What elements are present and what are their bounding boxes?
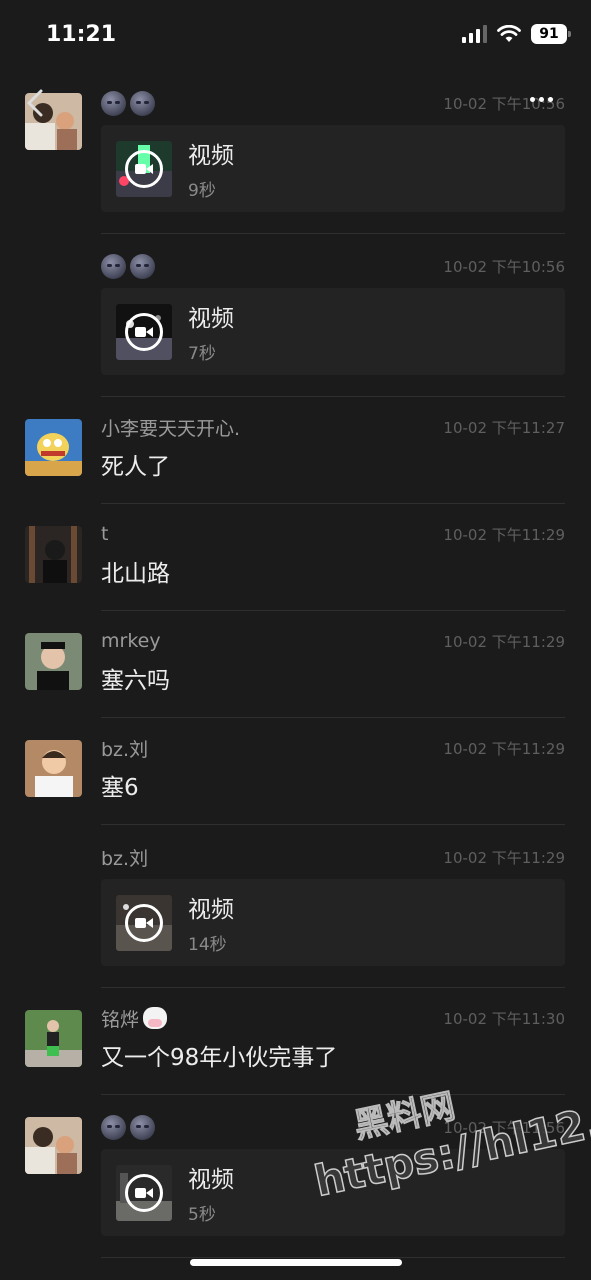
video-title: 视频 bbox=[188, 306, 234, 332]
status-time: 11:21 bbox=[46, 22, 117, 47]
battery-icon: 91 bbox=[531, 24, 571, 44]
message-text: 又一个98年小伙完事了 bbox=[101, 1045, 338, 1071]
sender-name bbox=[101, 253, 155, 279]
more-icon[interactable] bbox=[530, 97, 553, 102]
sender-name: t bbox=[101, 523, 109, 545]
list-item: 小李要天天开心. 10-02 下午11:27 死人了 bbox=[0, 397, 591, 503]
moon-emoji-icon bbox=[101, 90, 126, 116]
message-time: 10-02 下午11:30 bbox=[443, 1009, 565, 1028]
moon-emoji-icon bbox=[130, 1114, 155, 1140]
video-thumbnail bbox=[116, 303, 172, 360]
sender-name: mrkey bbox=[101, 630, 161, 652]
video-message[interactable]: 视频 14秒 bbox=[101, 879, 565, 966]
list-item: bz.刘 10-02 下午11:29 视频 14秒 bbox=[0, 825, 591, 987]
list-item: 10-02 下午10:56 视频 9秒 bbox=[0, 76, 591, 233]
video-title: 视频 bbox=[188, 143, 234, 169]
video-thumbnail bbox=[116, 140, 172, 197]
play-icon bbox=[125, 1173, 163, 1212]
video-thumbnail bbox=[116, 894, 172, 951]
message-text: 北山路 bbox=[101, 561, 170, 587]
video-thumbnail bbox=[116, 1164, 172, 1221]
signal-icon bbox=[462, 25, 487, 43]
wifi-icon bbox=[497, 25, 521, 42]
message-text: 塞6 bbox=[101, 775, 139, 801]
video-duration: 5秒 bbox=[188, 1205, 216, 1225]
sender-name bbox=[101, 1114, 155, 1140]
avatar[interactable] bbox=[25, 1117, 82, 1174]
message-time: 10-02 下午11:29 bbox=[443, 848, 565, 867]
avatar[interactable] bbox=[25, 740, 82, 797]
sender-name-text: 铭烨 bbox=[101, 1008, 140, 1031]
message-time: 10-02 下午11:27 bbox=[443, 418, 565, 437]
message-text: 死人了 bbox=[101, 454, 170, 480]
video-message[interactable]: 视频 9秒 bbox=[101, 125, 565, 212]
sender-name: bz.刘 bbox=[101, 847, 149, 870]
video-duration: 9秒 bbox=[188, 181, 216, 201]
sender-name: 小李要天天开心. bbox=[101, 417, 241, 440]
video-duration: 14秒 bbox=[188, 935, 227, 955]
moon-emoji-icon bbox=[130, 253, 155, 279]
play-icon bbox=[125, 312, 163, 351]
play-icon bbox=[125, 903, 163, 942]
video-title: 视频 bbox=[188, 897, 234, 923]
sender-name bbox=[101, 90, 155, 116]
avatar[interactable] bbox=[25, 526, 82, 583]
cow-emoji-icon bbox=[143, 1007, 168, 1029]
video-message[interactable]: 视频 7秒 bbox=[101, 288, 565, 375]
message-time: 10-02 下午11:29 bbox=[443, 739, 565, 758]
list-item: t 10-02 下午11:29 北山路 bbox=[0, 504, 591, 610]
video-duration: 7秒 bbox=[188, 344, 216, 364]
list-item: bz.刘 10-02 下午11:29 塞6 bbox=[0, 718, 591, 824]
sender-name: 铭烨 bbox=[101, 1005, 168, 1032]
status-bar: 11:21 91 bbox=[0, 0, 591, 72]
list-item: mrkey 10-02 下午11:29 塞六吗 bbox=[0, 611, 591, 717]
moon-emoji-icon bbox=[101, 253, 126, 279]
list-item: 10-02 下午10:56 视频 7秒 bbox=[0, 234, 591, 396]
status-icons: 91 bbox=[462, 24, 571, 44]
divider bbox=[101, 1257, 565, 1258]
message-time: 10-02 下午11:29 bbox=[443, 525, 565, 544]
avatar[interactable] bbox=[25, 633, 82, 690]
back-icon[interactable] bbox=[24, 88, 46, 118]
message-time: 10-02 下午10:56 bbox=[443, 257, 565, 276]
sender-name: bz.刘 bbox=[101, 738, 149, 761]
message-time: 10-02 下午10:56 bbox=[443, 94, 565, 113]
video-title: 视频 bbox=[188, 1167, 234, 1193]
avatar[interactable] bbox=[25, 419, 82, 476]
chat-screen: 11:21 91 10-02 下午10:56 视频 9秒 10-02 下午10:… bbox=[0, 0, 591, 1280]
message-time: 10-02 下午11:29 bbox=[443, 632, 565, 651]
message-text: 塞六吗 bbox=[101, 668, 170, 694]
moon-emoji-icon bbox=[101, 1114, 126, 1140]
moon-emoji-icon bbox=[130, 90, 155, 116]
avatar[interactable] bbox=[25, 1010, 82, 1067]
play-icon bbox=[125, 149, 163, 188]
home-indicator[interactable] bbox=[190, 1259, 402, 1266]
